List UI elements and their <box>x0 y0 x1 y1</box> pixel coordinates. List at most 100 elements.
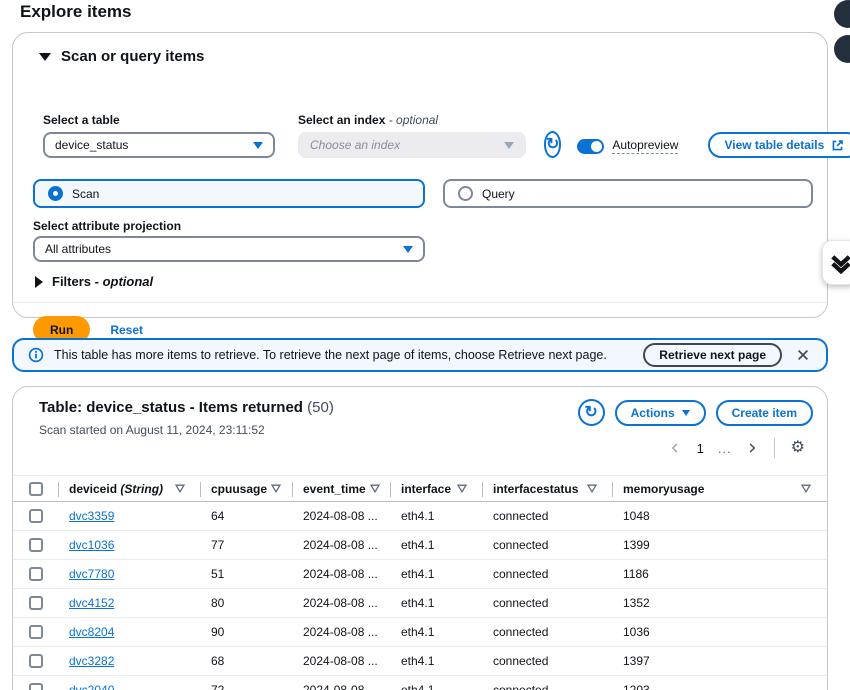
interfacestatus-cell: connected <box>483 654 613 668</box>
previous-page-button[interactable] <box>663 439 687 457</box>
interfacestatus-cell: connected <box>483 538 613 552</box>
radio-selected-icon <box>48 186 63 201</box>
table-select[interactable]: device_status <box>43 132 275 158</box>
select-table-label: Select a table <box>43 113 275 127</box>
next-page-button[interactable] <box>740 439 764 457</box>
deviceid-link[interactable]: dvc7780 <box>69 567 114 581</box>
row-checkbox[interactable] <box>29 625 43 639</box>
refresh-icon: ↻ <box>546 137 559 153</box>
memoryusage-cell: 1399 <box>613 538 827 552</box>
event-time-cell: 2024-08-08 ... <box>293 683 391 690</box>
row-checkbox[interactable] <box>29 538 43 552</box>
chevron-left-icon <box>669 442 681 454</box>
cpuusage-cell: 68 <box>201 654 293 668</box>
event-time-cell: 2024-08-08 ... <box>293 567 391 581</box>
deviceid-link[interactable]: dvc3282 <box>69 654 114 668</box>
event-time-cell: 2024-08-08 ... <box>293 654 391 668</box>
column-header-cpuusage[interactable]: cpuusage <box>201 476 293 501</box>
table-row: dvc7780 51 2024-08-08 ... eth4.1 connect… <box>13 560 827 589</box>
deviceid-link[interactable]: dvc1036 <box>69 538 114 552</box>
autopreview-label: Autopreview <box>612 138 678 154</box>
row-select-cell <box>13 538 59 552</box>
table-row: dvc8204 90 2024-08-08 ... eth4.1 connect… <box>13 618 827 647</box>
scan-query-panel-header[interactable]: Scan or query items <box>13 33 827 65</box>
items-count: (50) <box>307 399 334 416</box>
attribute-projection-label: Select attribute projection <box>33 219 181 233</box>
table-row: dvc1036 77 2024-08-08 ... eth4.1 connect… <box>13 531 827 560</box>
column-header-interfacestatus[interactable]: interfacestatus <box>483 476 613 501</box>
actions-dropdown-button[interactable]: Actions <box>615 400 706 426</box>
view-table-details-button[interactable]: View table details <box>708 132 850 158</box>
create-item-label: Create item <box>732 406 797 420</box>
row-checkbox[interactable] <box>29 683 43 690</box>
column-header-memoryusage[interactable]: memoryusage <box>613 476 827 501</box>
autopreview-toggle[interactable] <box>577 139 604 154</box>
memoryusage-cell: 1036 <box>613 625 827 639</box>
row-checkbox[interactable] <box>29 654 43 668</box>
banner-close-button[interactable] <box>792 346 814 364</box>
page-title: Explore items <box>20 2 132 22</box>
row-checkbox[interactable] <box>29 509 43 523</box>
retrieve-next-page-button[interactable]: Retrieve next page <box>643 343 782 367</box>
corner-widget-button[interactable] <box>834 35 850 63</box>
corner-widget-button[interactable] <box>834 0 850 28</box>
page-ellipsis: ... <box>714 441 736 456</box>
event-time-cell: 2024-08-08 ... <box>293 625 391 639</box>
event-time-cell: 2024-08-08 ... <box>293 509 391 523</box>
radio-unselected-icon <box>458 186 473 201</box>
cpuusage-cell: 64 <box>201 509 293 523</box>
sort-icon[interactable] <box>370 484 380 493</box>
scan-radio-option[interactable]: Scan <box>33 179 425 208</box>
event-time-cell: 2024-08-08 ... <box>293 538 391 552</box>
sort-icon[interactable] <box>587 484 597 493</box>
attribute-projection-value: All attributes <box>45 242 111 256</box>
sort-icon[interactable] <box>457 484 467 493</box>
sort-icon[interactable] <box>175 484 185 493</box>
actions-label: Actions <box>631 406 675 420</box>
collapse-caret-icon <box>39 53 51 61</box>
interfacestatus-cell: connected <box>483 596 613 610</box>
index-select-placeholder: Choose an index <box>310 138 400 152</box>
interface-cell: eth4.1 <box>391 654 483 668</box>
create-item-button[interactable]: Create item <box>716 400 813 426</box>
attribute-projection-select[interactable]: All attributes <box>33 236 425 262</box>
reset-button[interactable]: Reset <box>110 323 143 337</box>
refresh-button[interactable]: ↻ <box>544 131 561 158</box>
page-number[interactable]: 1 <box>691 441 710 456</box>
cpuusage-cell: 77 <box>201 538 293 552</box>
row-select-cell <box>13 509 59 523</box>
row-select-cell <box>13 683 59 690</box>
filters-optional-label: optional <box>103 274 154 289</box>
column-header-event-time[interactable]: event_time <box>293 476 391 501</box>
interface-cell: eth4.1 <box>391 509 483 523</box>
index-select[interactable]: Choose an index <box>298 132 526 158</box>
explore-items-page: Explore items Scan or query items Select… <box>0 0 850 690</box>
caret-down-icon <box>504 142 514 149</box>
divider <box>13 302 827 303</box>
toggle-knob <box>591 141 602 152</box>
row-checkbox[interactable] <box>29 567 43 581</box>
deviceid-link[interactable]: dvc4152 <box>69 596 114 610</box>
select-all-cell <box>13 476 59 501</box>
sort-icon[interactable] <box>801 484 811 493</box>
interface-cell: eth4.1 <box>391 596 483 610</box>
split-panel-expand-button[interactable] <box>822 240 850 285</box>
chevron-right-icon <box>746 442 758 454</box>
sort-icon[interactable] <box>271 484 281 493</box>
column-header-deviceid[interactable]: deviceid (String) <box>59 476 201 501</box>
filters-expander[interactable]: Filters - optional <box>35 274 153 289</box>
double-chevron-icon <box>830 252 850 274</box>
table-row: dvc3282 68 2024-08-08 ... eth4.1 connect… <box>13 647 827 676</box>
column-header-interface[interactable]: interface <box>391 476 483 501</box>
deviceid-link[interactable]: dvc8204 <box>69 625 114 639</box>
select-all-checkbox[interactable] <box>29 482 43 496</box>
row-checkbox[interactable] <box>29 596 43 610</box>
cpuusage-cell: 72 <box>201 683 293 690</box>
deviceid-link[interactable]: dvc2040 <box>69 683 114 690</box>
deviceid-link[interactable]: dvc3359 <box>69 509 114 523</box>
refresh-results-button[interactable]: ↻ <box>578 399 605 426</box>
preferences-button[interactable]: ⚙ <box>785 437 811 459</box>
table-body: dvc3359 64 2024-08-08 ... eth4.1 connect… <box>13 502 827 690</box>
query-radio-option[interactable]: Query <box>443 179 813 208</box>
caret-down-icon <box>253 142 263 149</box>
